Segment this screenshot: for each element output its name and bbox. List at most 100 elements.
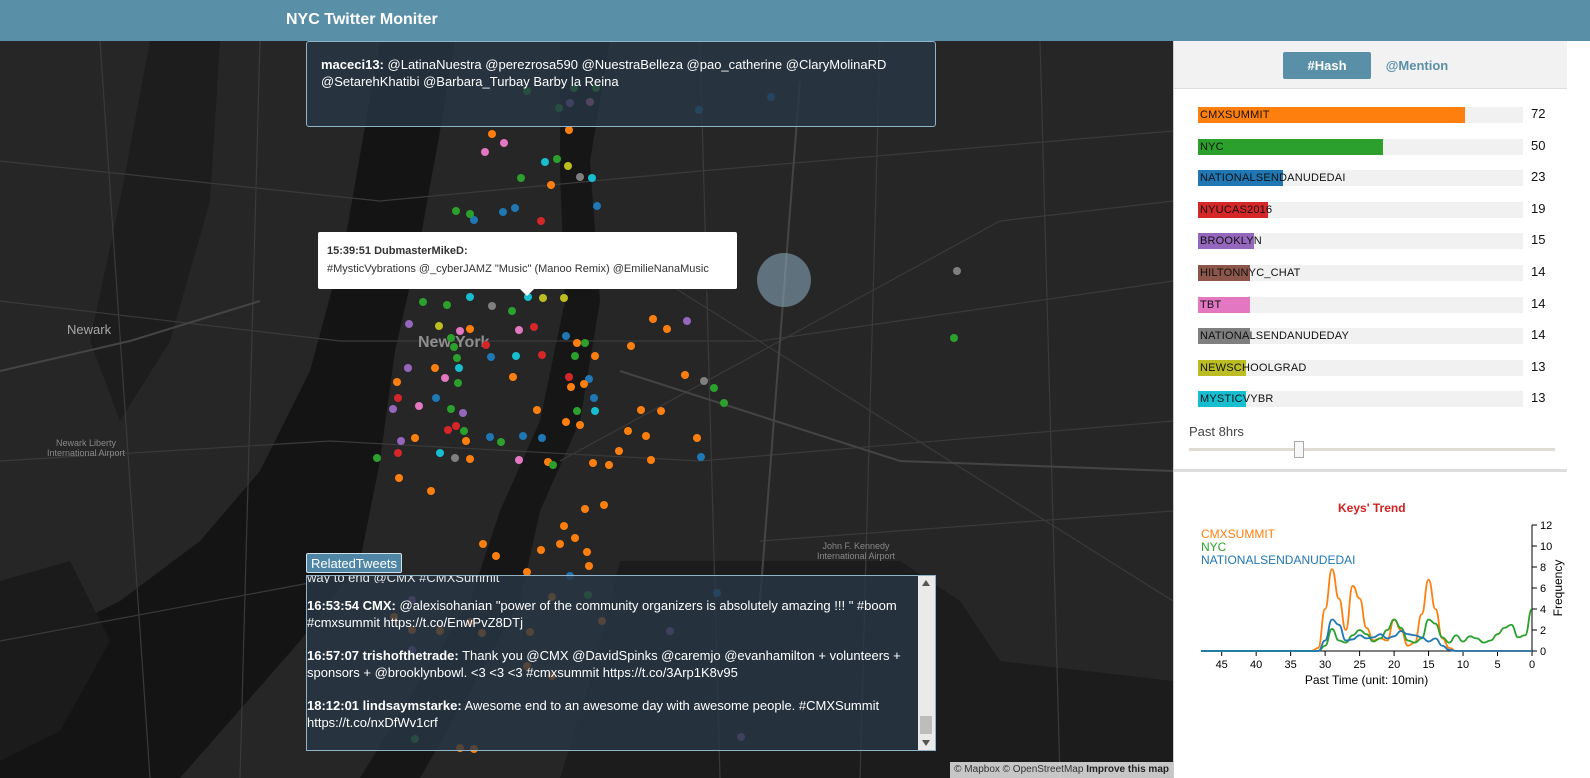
tweet-dot[interactable]: [466, 325, 474, 333]
tweet-dot[interactable]: [373, 454, 381, 462]
tweet-dot[interactable]: [576, 421, 584, 429]
tweet-dot[interactable]: [576, 173, 584, 181]
tweet-dot[interactable]: [508, 307, 516, 315]
scroll-thumb[interactable]: [920, 716, 932, 734]
key-bar-row[interactable]: CMXSUMMIT 72: [1198, 106, 1558, 123]
tweet-dot[interactable]: [538, 434, 546, 442]
tweet-dot[interactable]: [950, 334, 958, 342]
tweet-dot[interactable]: [589, 459, 597, 467]
key-bar-row[interactable]: MYSTICVYBR 13: [1198, 390, 1558, 408]
time-window-slider[interactable]: [1189, 448, 1555, 451]
tweet-dot[interactable]: [411, 434, 419, 442]
tweet-dot[interactable]: [453, 354, 461, 362]
tweet-dot[interactable]: [591, 407, 599, 415]
key-bar-row[interactable]: NATIONALSENDANUDEDAI 23: [1198, 169, 1558, 187]
key-bar-row[interactable]: NATIONALSENDANUDEDAY 14: [1198, 327, 1558, 345]
tweet-dot[interactable]: [519, 432, 527, 440]
tweet-dot[interactable]: [447, 334, 455, 342]
tweet-dot[interactable]: [481, 148, 489, 156]
tweet-dot[interactable]: [444, 426, 452, 434]
tweet-dot[interactable]: [533, 406, 541, 414]
tweet-dot[interactable]: [560, 294, 568, 302]
tweet-dot[interactable]: [488, 130, 496, 138]
tweet-dot[interactable]: [657, 407, 665, 415]
tweet-dot[interactable]: [415, 402, 423, 410]
tweet-dot[interactable]: [511, 204, 519, 212]
tweet-dot[interactable]: [573, 407, 581, 415]
tweet-dot[interactable]: [395, 474, 403, 482]
tweet-dot[interactable]: [441, 374, 449, 382]
tweet-dot[interactable]: [487, 353, 495, 361]
tweet-dot[interactable]: [591, 352, 599, 360]
tweet-dot[interactable]: [663, 325, 671, 333]
tweet-dot[interactable]: [590, 394, 598, 402]
tweet-dot[interactable]: [530, 323, 538, 331]
tweet-dot[interactable]: [488, 302, 496, 310]
tweet-dot[interactable]: [405, 320, 413, 328]
tweet-dot[interactable]: [642, 432, 650, 440]
tweet-dot[interactable]: [585, 562, 593, 570]
tweet-dot[interactable]: [447, 405, 455, 413]
tweet-dot[interactable]: [580, 380, 588, 388]
tweet-dot[interactable]: [583, 548, 591, 556]
tweet-dot[interactable]: [450, 343, 458, 351]
tweet-dot[interactable]: [435, 322, 443, 330]
key-bar-row[interactable]: BROOKLYN 15: [1198, 232, 1558, 250]
tweet-dot[interactable]: [393, 378, 401, 386]
highlight-bubble[interactable]: [757, 253, 811, 307]
tweet-dot[interactable]: [515, 326, 523, 334]
tweet-dot[interactable]: [452, 207, 460, 215]
tweet-dot[interactable]: [697, 453, 705, 461]
related-tweets-button[interactable]: RelatedTweets: [306, 553, 402, 573]
tweet-dot[interactable]: [537, 217, 545, 225]
tweet-dot[interactable]: [419, 298, 427, 306]
tweet-dot[interactable]: [539, 294, 547, 302]
tweet-dot[interactable]: [509, 373, 517, 381]
scroll-up-icon[interactable]: [922, 580, 930, 586]
tweet-dot[interactable]: [537, 546, 545, 554]
tweet-dot[interactable]: [593, 202, 601, 210]
tweet-dot[interactable]: [573, 339, 581, 347]
tweet-dot[interactable]: [500, 139, 508, 147]
tweet-dot[interactable]: [389, 405, 397, 413]
tweet-dot[interactable]: [497, 438, 505, 446]
related-scrollbar[interactable]: [918, 576, 935, 750]
tweet-dot[interactable]: [499, 208, 507, 216]
tweet-dot[interactable]: [637, 406, 645, 414]
tweet-dot[interactable]: [462, 437, 470, 445]
tweet-dot[interactable]: [547, 181, 555, 189]
tweet-dot[interactable]: [455, 364, 463, 372]
tweet-dot[interactable]: [432, 394, 440, 402]
tweet-dot[interactable]: [456, 327, 464, 335]
key-bar-row[interactable]: TBT 14: [1198, 296, 1558, 313]
key-bar-row[interactable]: NEWSCHOOLGRAD 13: [1198, 359, 1558, 376]
tweet-dot[interactable]: [953, 267, 961, 275]
key-bar-row[interactable]: NYUCAS2016 19: [1198, 201, 1558, 218]
tweet-dot[interactable]: [549, 461, 557, 469]
tweet-dot[interactable]: [567, 383, 575, 391]
hash-tab[interactable]: #Hash: [1283, 52, 1371, 79]
tweet-dot[interactable]: [404, 364, 412, 372]
tweet-dot[interactable]: [460, 427, 468, 435]
tweet-dot[interactable]: [492, 552, 500, 560]
improve-map-link[interactable]: Improve this map: [1086, 764, 1169, 775]
tweet-dot[interactable]: [466, 210, 474, 218]
tweet-dot[interactable]: [452, 422, 460, 430]
tweet-dot[interactable]: [647, 456, 655, 464]
tweet-dot[interactable]: [581, 339, 589, 347]
tweet-dot[interactable]: [562, 332, 570, 340]
tweet-dot[interactable]: [515, 456, 523, 464]
tweet-dot[interactable]: [482, 341, 490, 349]
tweet-dot[interactable]: [541, 158, 549, 166]
tweet-dot[interactable]: [451, 454, 459, 462]
key-bar-row[interactable]: NYC 50: [1198, 138, 1558, 155]
tweet-dot[interactable]: [624, 427, 632, 435]
tweet-dot[interactable]: [649, 315, 657, 323]
tweet-dot[interactable]: [431, 364, 439, 372]
tweet-dot[interactable]: [394, 449, 402, 457]
tweet-dot[interactable]: [600, 501, 608, 509]
tweet-dot[interactable]: [627, 342, 635, 350]
tweet-dot[interactable]: [588, 174, 596, 182]
tweet-dot[interactable]: [693, 434, 701, 442]
key-bar-row[interactable]: HILTONNYC_CHAT 14: [1198, 264, 1558, 281]
